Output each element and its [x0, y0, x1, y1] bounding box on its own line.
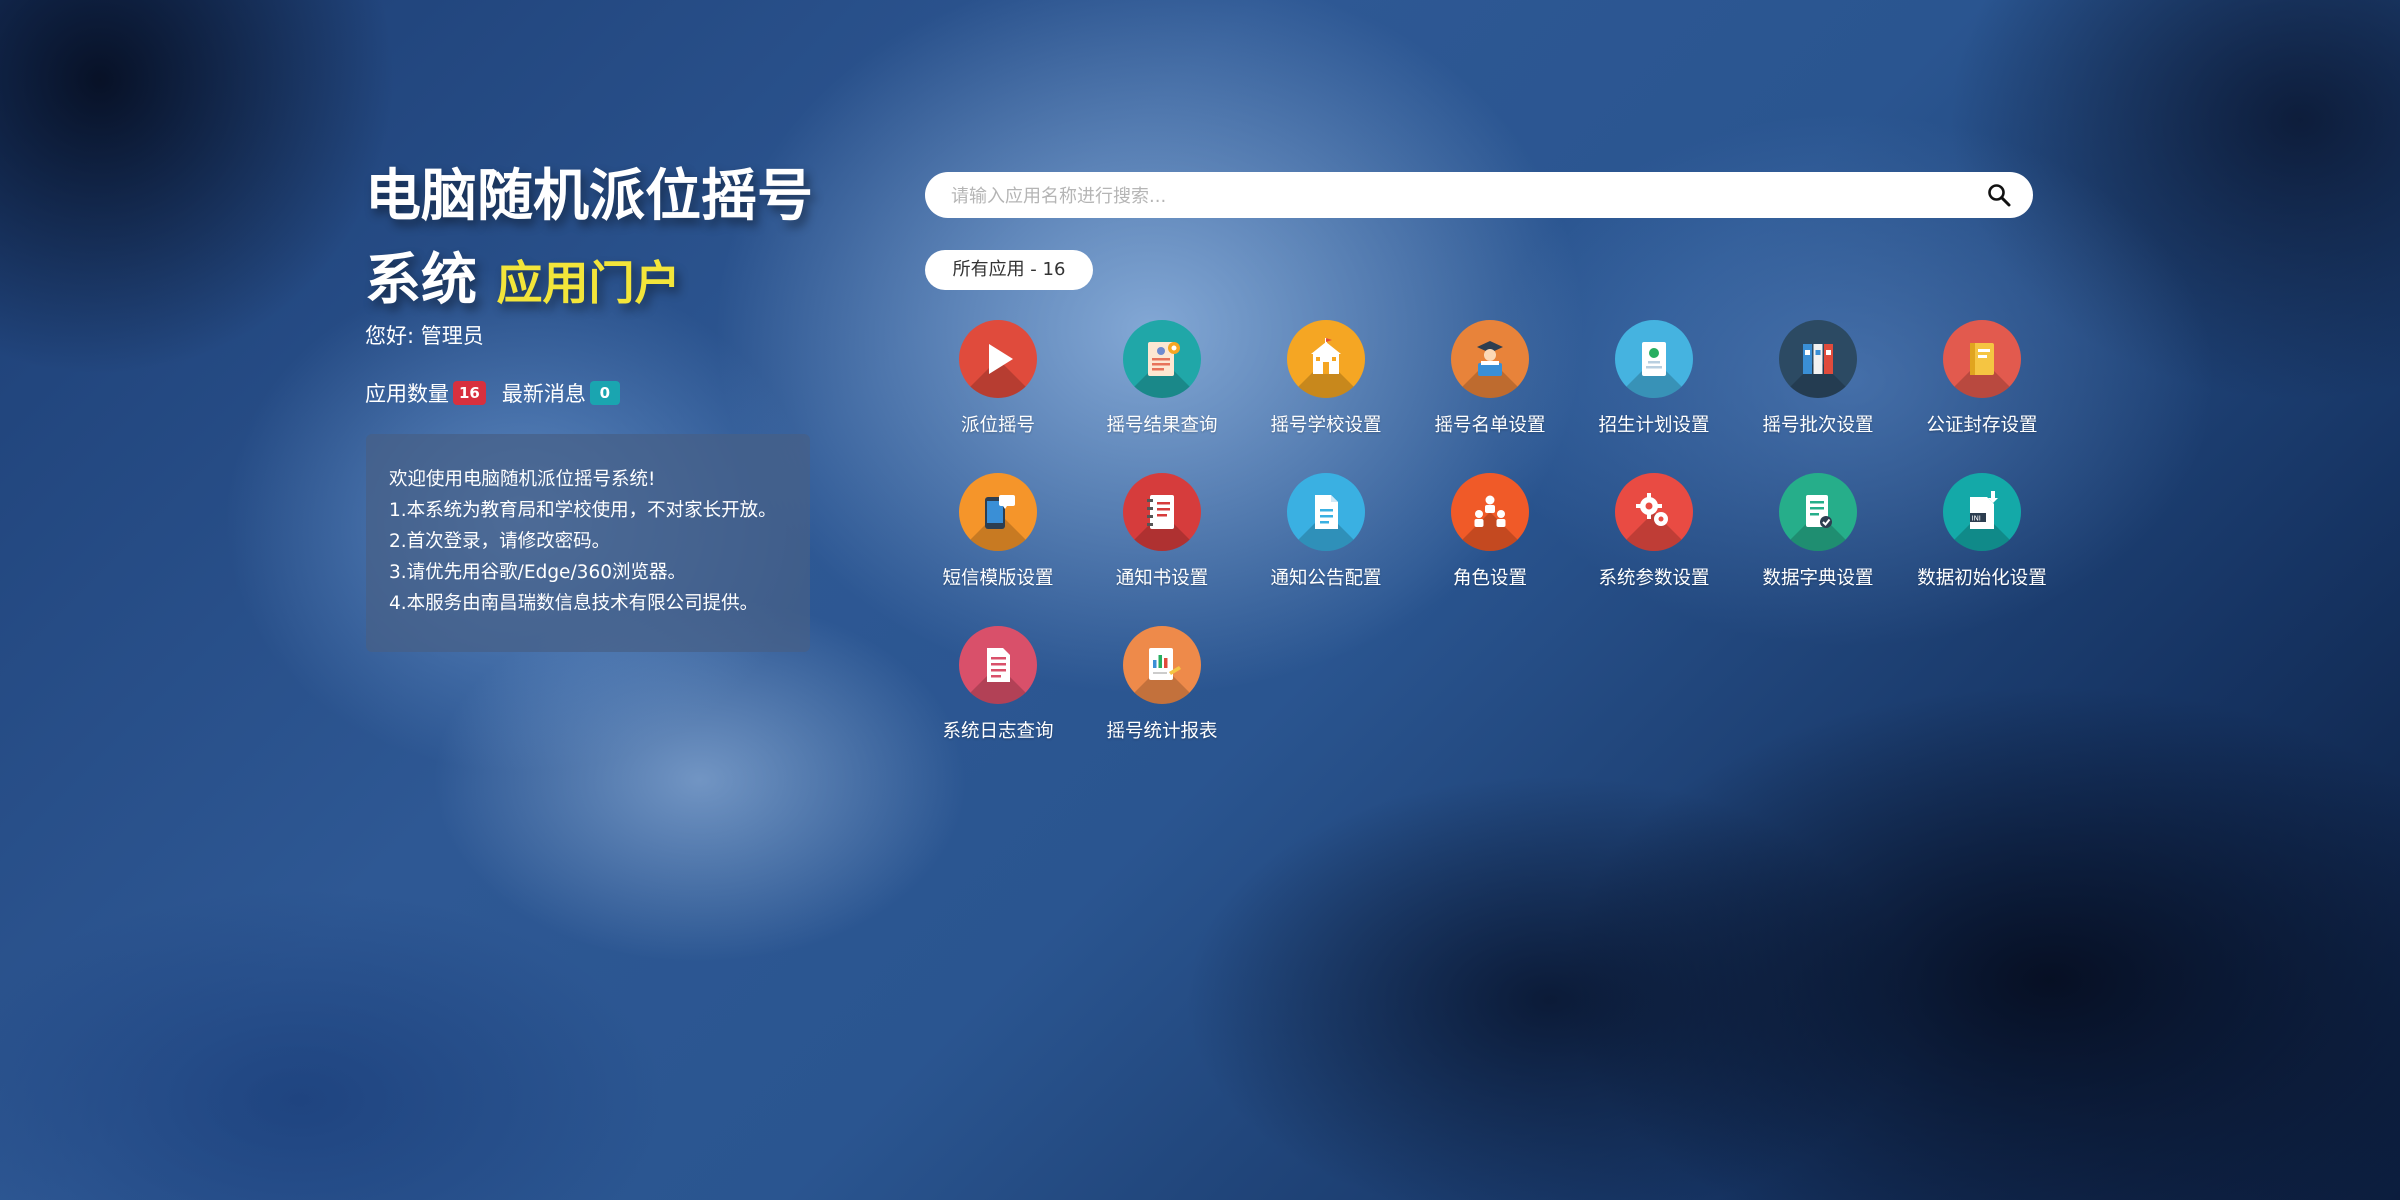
app-label[interactable]: 摇号结果查询 — [1106, 411, 1217, 437]
notice-line: 3.请优先用谷歌/Edge/360浏览器。 — [389, 562, 686, 583]
certificate-icon[interactable] — [1123, 320, 1201, 398]
app-tile[interactable]: INI 数据初始化设置 — [1900, 473, 2064, 626]
app-label[interactable]: 摇号名单设置 — [1434, 411, 1545, 437]
app-tile[interactable]: 摇号结果查询 — [1080, 320, 1244, 473]
people-icon[interactable] — [1451, 473, 1529, 551]
app-tile[interactable]: 派位摇号 — [916, 320, 1080, 473]
book-icon[interactable] — [1943, 320, 2021, 398]
gears-icon[interactable] — [1615, 473, 1693, 551]
notebook-icon[interactable] — [1123, 473, 1201, 551]
document-icon[interactable] — [1287, 473, 1365, 551]
page-title: 电脑随机派位摇号系统 应用门户 — [365, 155, 835, 325]
app-label[interactable]: 派位摇号 — [961, 411, 1035, 437]
app-tile[interactable]: 通知公告配置 — [1244, 473, 1408, 626]
notice-panel: 欢迎使用电脑随机派位摇号系统! 1.本系统为教育局和学校使用，不对家长开放。 2… — [366, 434, 810, 652]
search-icon[interactable] — [1987, 183, 2011, 207]
title-highlight: 应用门户 — [496, 256, 681, 310]
app-label[interactable]: 数据字典设置 — [1762, 564, 1873, 590]
ini-file-icon[interactable]: INI — [1943, 473, 2021, 551]
app-tile[interactable]: 摇号名单设置 — [1408, 320, 1572, 473]
notice-line: 欢迎使用电脑随机派位摇号系统! — [389, 469, 656, 490]
app-tile[interactable]: 摇号批次设置 — [1736, 320, 1900, 473]
app-label[interactable]: 通知书设置 — [1116, 564, 1209, 590]
app-label[interactable]: 摇号学校设置 — [1270, 411, 1381, 437]
notice-line: 4.本服务由南昌瑞数信息技术有限公司提供。 — [389, 593, 759, 614]
svg-text:INI: INI — [1972, 515, 1981, 523]
app-label[interactable]: 摇号统计报表 — [1106, 717, 1217, 743]
app-label[interactable]: 角色设置 — [1453, 564, 1527, 590]
notice-line: 1.本系统为教育局和学校使用，不对家长开放。 — [389, 500, 777, 521]
app-grid: 派位摇号 摇号结果查询 摇号学校设置 摇号名单设置 招生计划设置 摇号批次设置 公证封存设置… — [916, 320, 2064, 779]
app-tile[interactable]: 数据字典设置 — [1736, 473, 1900, 626]
notice-line: 2.首次登录，请修改密码。 — [389, 531, 611, 552]
app-label[interactable]: 系统参数设置 — [1598, 564, 1709, 590]
user-greeting: 您好: 管理员 — [365, 324, 484, 348]
app-label[interactable]: 系统日志查询 — [942, 717, 1053, 743]
graduate-icon[interactable] — [1451, 320, 1529, 398]
app-tile[interactable]: 系统日志查询 — [916, 626, 1080, 779]
app-tile[interactable]: 系统参数设置 — [1572, 473, 1736, 626]
app-tile[interactable]: 摇号统计报表 — [1080, 626, 1244, 779]
play-icon[interactable] — [959, 320, 1037, 398]
filter-all-apps[interactable]: 所有应用 - 16 — [925, 250, 1093, 290]
search-bar — [925, 172, 2033, 220]
school-icon[interactable] — [1287, 320, 1365, 398]
news-label[interactable]: 最新消息 — [502, 378, 586, 408]
app-label[interactable]: 摇号批次设置 — [1762, 411, 1873, 437]
id-card-icon[interactable] — [1615, 320, 1693, 398]
app-label[interactable]: 招生计划设置 — [1598, 411, 1709, 437]
app-tile[interactable]: 通知书设置 — [1080, 473, 1244, 626]
app-count-label: 应用数量 — [365, 382, 449, 406]
log-document-icon[interactable] — [959, 626, 1037, 704]
sms-phone-icon[interactable] — [959, 473, 1037, 551]
app-label[interactable]: 通知公告配置 — [1270, 564, 1381, 590]
app-tile[interactable]: 公证封存设置 — [1900, 320, 2064, 473]
app-tile[interactable]: 短信模版设置 — [916, 473, 1080, 626]
app-count-badge: 16 — [453, 381, 486, 405]
stats-bar: 应用数量 16 最新消息 0 — [365, 378, 636, 408]
app-tile[interactable]: 摇号学校设置 — [1244, 320, 1408, 473]
app-label[interactable]: 数据初始化设置 — [1917, 564, 2047, 590]
portal-page: 电脑随机派位摇号系统 应用门户 您好: 管理员 应用数量 16 最新消息 0 欢… — [0, 0, 2400, 1200]
report-chart-icon[interactable] — [1123, 626, 1201, 704]
binders-icon[interactable] — [1779, 320, 1857, 398]
news-count-badge[interactable]: 0 — [589, 381, 620, 405]
search-input[interactable] — [949, 172, 1953, 220]
app-tile[interactable]: 角色设置 — [1408, 473, 1572, 626]
app-label[interactable]: 短信模版设置 — [942, 564, 1053, 590]
checked-document-icon[interactable] — [1779, 473, 1857, 551]
app-tile[interactable]: 招生计划设置 — [1572, 320, 1736, 473]
app-label[interactable]: 公证封存设置 — [1926, 411, 2037, 437]
